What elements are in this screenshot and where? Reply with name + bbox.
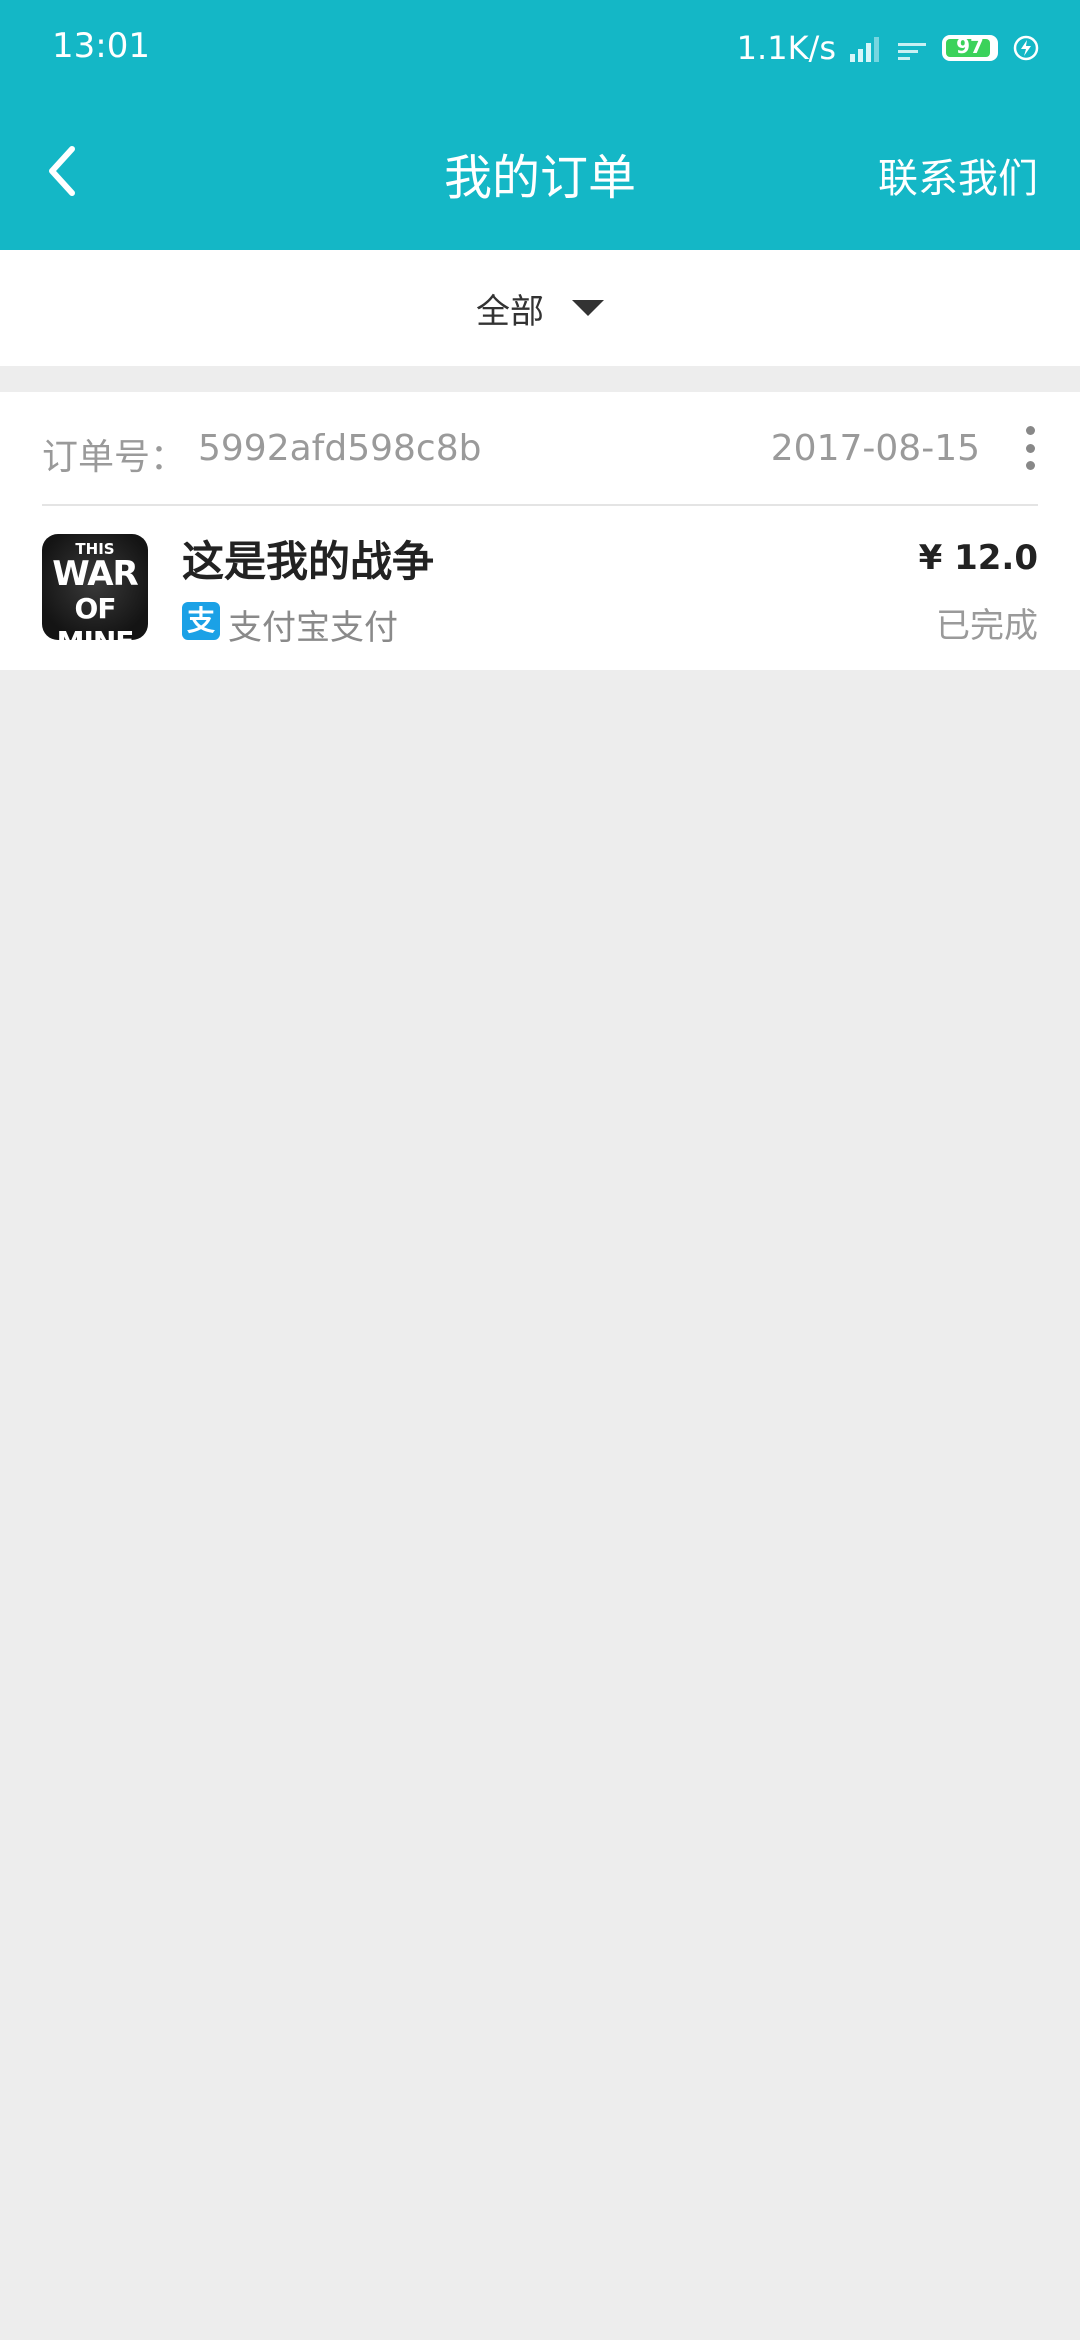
wifi-icon	[898, 36, 928, 60]
game-cover-image: THIS WAR OF MINE	[42, 534, 148, 640]
order-status: 已完成	[936, 606, 1038, 646]
order-filter-dropdown[interactable]: 全部	[0, 250, 1080, 366]
status-time: 13:01	[52, 26, 150, 66]
game-cover-text-bottom: OF MINE	[57, 592, 135, 640]
alipay-icon: 支	[182, 602, 220, 640]
game-cover-text-main: WAR	[52, 554, 138, 594]
contact-us-button[interactable]: 联系我们	[878, 146, 1038, 204]
charging-icon	[1013, 35, 1039, 61]
app-header: 13:01 1.1K/s 97 我的订单 联系我们	[0, 0, 1080, 250]
net-speed: 1.1K/s	[736, 29, 836, 67]
signal-icon	[850, 34, 884, 62]
status-bar: 13:01 1.1K/s 97	[0, 0, 1080, 96]
order-number-label: 订单号：	[42, 437, 187, 478]
product-name: 这是我的战争	[182, 537, 435, 586]
battery-level: 97	[956, 35, 984, 58]
more-vertical-icon[interactable]	[1022, 426, 1038, 470]
order-card[interactable]: 订单号： 5992afd598c8b 2017-08-15 THIS WAR O…	[0, 392, 1080, 670]
battery-icon: 97	[942, 35, 998, 61]
order-number: 5992afd598c8b	[198, 428, 482, 469]
status-indicators: 1.1K/s 97	[737, 26, 1040, 70]
payment-method: 支付宝支付	[228, 608, 398, 648]
filter-selected-label: 全部	[476, 291, 544, 332]
caret-down-icon	[572, 300, 604, 316]
order-price: ¥ 12.0	[918, 538, 1038, 578]
order-date: 2017-08-15	[770, 428, 980, 469]
order-header: 订单号： 5992afd598c8b 2017-08-15	[42, 392, 1038, 506]
